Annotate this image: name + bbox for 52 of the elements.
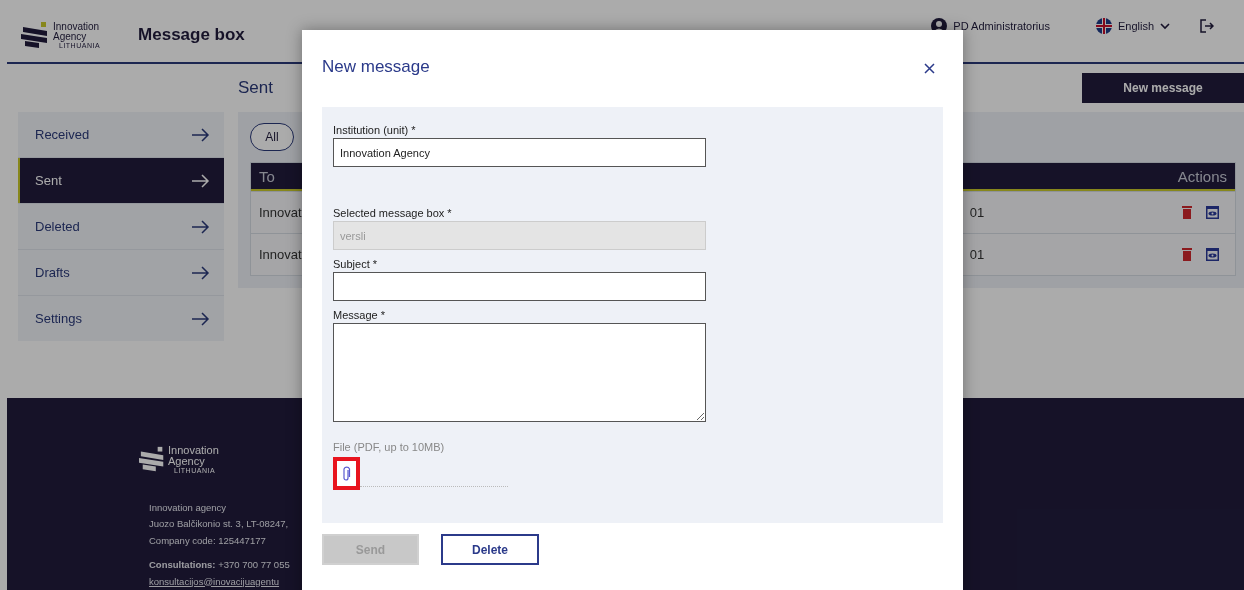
arrow-right-icon: [192, 219, 210, 234]
email-link[interactable]: konsultacijos@inovacijuagentu: [149, 573, 280, 590]
column-header: Actions: [1177, 167, 1227, 185]
trash-icon[interactable]: [1182, 206, 1192, 220]
logo-text: Innovation: [168, 444, 219, 456]
logo-text: Agency: [53, 31, 87, 42]
table-cell: 01: [969, 247, 985, 263]
delete-button[interactable]: Delete: [441, 534, 539, 565]
logo-text: Innovation: [53, 21, 101, 32]
new-message-button[interactable]: New message: [1082, 73, 1244, 104]
footer-text: Company code: 125447177: [149, 533, 266, 548]
eye-icon[interactable]: [1206, 206, 1219, 220]
table-cell: Innovat: [259, 247, 302, 263]
user-name[interactable]: PD Administratorius: [953, 20, 1050, 33]
input-field[interactable]: [333, 272, 706, 301]
caret-icon[interactable]: [1160, 22, 1170, 30]
section-heading: Sent: [238, 78, 273, 99]
trash-icon[interactable]: [1182, 248, 1192, 262]
language-selector[interactable]: English: [1117, 20, 1154, 33]
input-field: versli: [333, 221, 706, 250]
arrow-right-icon: [192, 311, 210, 326]
close-icon[interactable]: [924, 63, 935, 74]
sidebar-item[interactable]: Sent: [18, 158, 224, 204]
consultations-text: Consultations: +370 700 77 055: [149, 558, 290, 572]
eye-icon[interactable]: [1206, 248, 1219, 262]
table-cell: 01: [969, 205, 985, 221]
sidebar-item[interactable]: Settings: [18, 296, 224, 342]
field-label: Institution (unit) *: [333, 124, 417, 138]
arrow-right-icon: [192, 265, 210, 280]
sidebar-item[interactable]: Deleted: [18, 204, 224, 250]
sidebar-item[interactable]: Drafts: [18, 250, 224, 296]
table-cell: Innovat: [259, 205, 302, 221]
flag-icon: [1095, 18, 1112, 35]
attach-button[interactable]: [333, 457, 360, 490]
footer-text: Juozo Balčikonio st. 3, LT-08247,: [149, 517, 289, 531]
paperclip-icon: [342, 465, 351, 482]
column-header: To: [259, 167, 275, 185]
sidebar-item[interactable]: Received: [18, 112, 224, 158]
filter-chip[interactable]: All: [250, 123, 294, 152]
arrow-right-icon: [192, 127, 210, 142]
page-title: Message box: [138, 25, 245, 46]
logo-text: Agency: [168, 455, 205, 467]
field-label: File (PDF, up to 10MB): [333, 441, 446, 453]
field-label: Selected message box *: [333, 207, 453, 221]
modal-title: New message: [322, 57, 430, 77]
field-label: Message *: [333, 309, 386, 323]
message-field[interactable]: [333, 323, 706, 422]
field-label: Subject *: [333, 258, 379, 272]
arrow-right-icon: [192, 173, 210, 188]
input-field[interactable]: Innovation Agency: [333, 138, 706, 167]
logout-icon[interactable]: [1200, 19, 1214, 34]
footer-text: Innovation agency: [149, 500, 227, 515]
